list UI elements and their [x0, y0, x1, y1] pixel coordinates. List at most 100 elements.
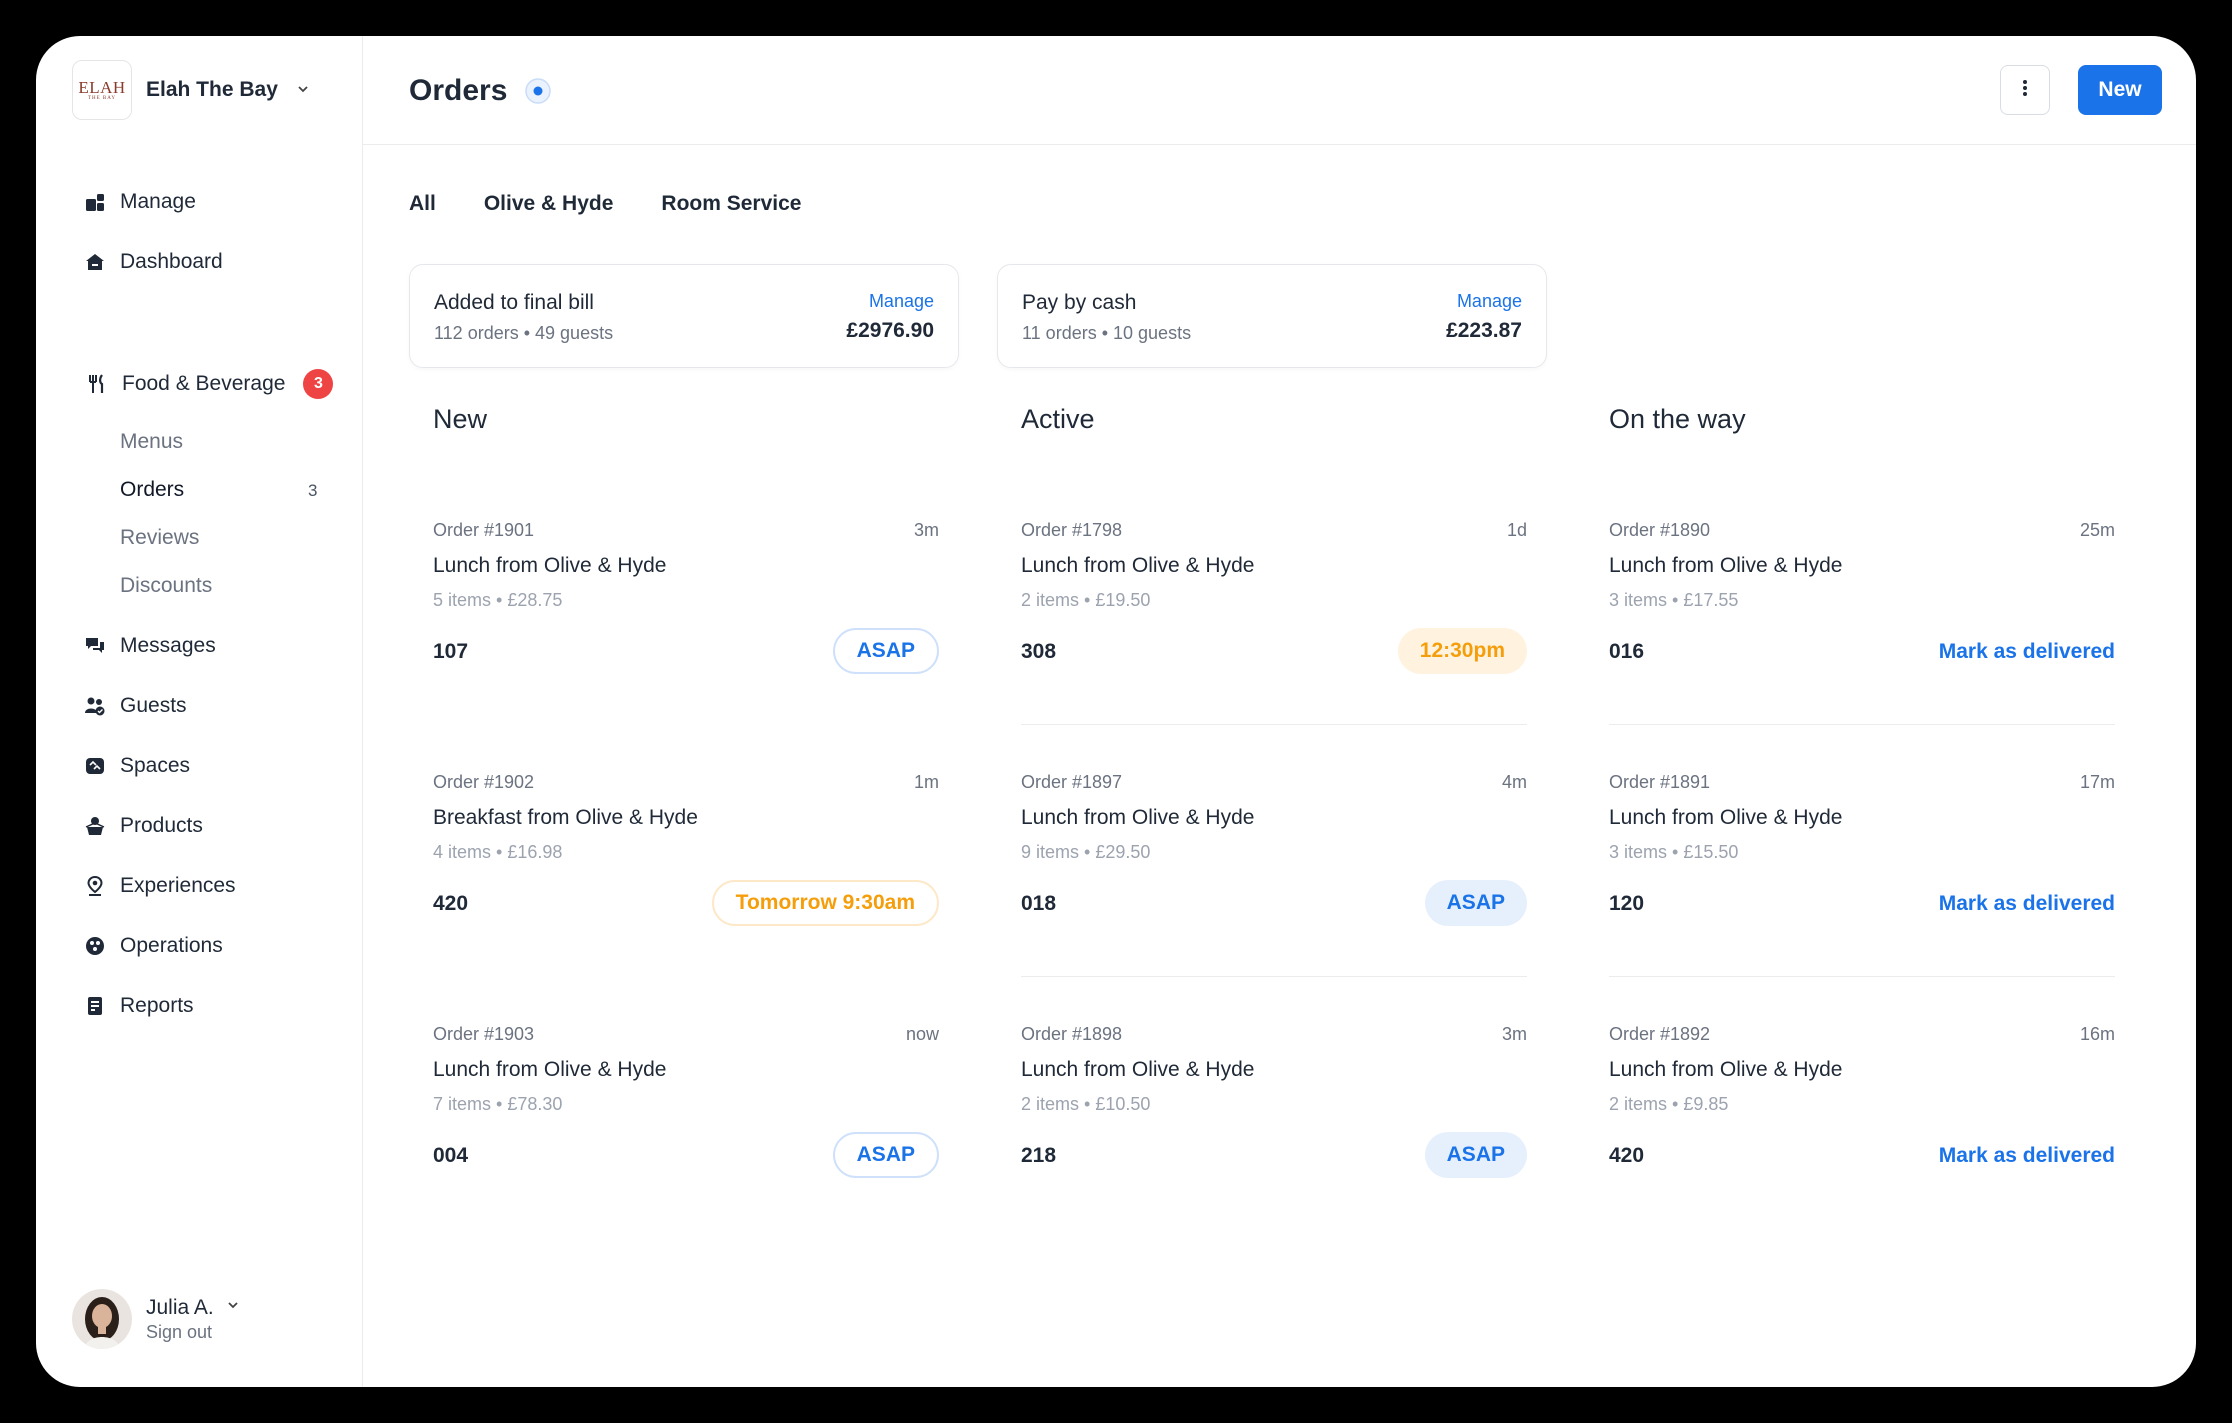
- sidebar-subitem-menus[interactable]: Menus: [120, 430, 183, 454]
- sidebar-item-label: Dashboard: [120, 250, 223, 273]
- order-card[interactable]: Order #1901 3m Lunch from Olive & Hyde 5 it…: [433, 472, 939, 724]
- order-card[interactable]: Order #1890 25m Lunch from Olive & Hyde 3 i…: [1609, 472, 2115, 725]
- operations-icon: [84, 935, 106, 957]
- order-card[interactable]: Order #1902 1m Breakfast from Olive & Hyde…: [433, 724, 939, 976]
- order-card[interactable]: Order #1897 4m Lunch from Olive & Hyde 9 it…: [1021, 724, 1527, 977]
- order-title: Lunch from Olive & Hyde: [1609, 1058, 1843, 1081]
- app-screen: ELAH THE BAY Elah The Bay Manage Dashboa…: [36, 36, 2196, 1387]
- top-bar: Orders New: [363, 36, 2196, 145]
- tab-all[interactable]: All: [409, 192, 436, 216]
- spaces-icon: [84, 755, 106, 777]
- order-summary: 2 items • £10.50: [1021, 1094, 1151, 1114]
- avatar: [72, 1289, 132, 1349]
- products-icon: [84, 815, 106, 837]
- order-age: 25m: [2079, 520, 2115, 540]
- sidebar-subitem-orders[interactable]: Orders: [120, 478, 184, 502]
- more-options-button[interactable]: [2000, 65, 2050, 115]
- tab-room-service[interactable]: Room Service: [661, 192, 801, 216]
- stat-card-pay-by-cash: Pay by cash 11 orders • 10 guests Manage…: [997, 264, 1547, 368]
- room-number: 420: [1609, 1144, 1645, 1167]
- order-age: 1d: [1506, 520, 1527, 540]
- room-number: 218: [1021, 1144, 1057, 1167]
- user-name: Julia A.: [146, 1295, 214, 1319]
- order-age: 3m: [913, 520, 939, 540]
- order-summary: 4 items • £16.98: [433, 842, 563, 862]
- column-title: Active: [1021, 404, 1095, 434]
- reports-icon: [84, 995, 106, 1017]
- mark-delivered-button[interactable]: Mark as delivered: [1939, 1144, 2115, 1168]
- room-number: 107: [433, 640, 469, 663]
- sidebar-item-products[interactable]: Products: [84, 814, 203, 838]
- order-number: Order #1890: [1609, 520, 1711, 540]
- chevron-down-icon: [226, 1298, 240, 1317]
- sidebar-item-label: Manage: [120, 190, 196, 213]
- page-title: Orders: [409, 74, 553, 108]
- order-card[interactable]: Order #1892 16m Lunch from Olive & Hyde 2 i…: [1609, 976, 2115, 1228]
- order-number: Order #1898: [1021, 1024, 1123, 1044]
- order-card[interactable]: Order #1798 1d Lunch from Olive & Hyde 2 it…: [1021, 472, 1527, 725]
- sidebar-item-operations[interactable]: Operations: [84, 934, 223, 958]
- sign-out-link[interactable]: Sign out: [146, 1322, 240, 1343]
- brand-logo-text: ELAH: [78, 77, 126, 97]
- order-card[interactable]: Order #1898 3m Lunch from Olive & Hyde 2 it…: [1021, 976, 1527, 1228]
- home-icon: [84, 251, 106, 273]
- order-title: Lunch from Olive & Hyde: [433, 1058, 667, 1081]
- order-age: 16m: [2079, 1024, 2115, 1044]
- tab-olive-hyde[interactable]: Olive & Hyde: [484, 192, 614, 216]
- order-summary: 5 items • £28.75: [433, 590, 563, 610]
- manage-icon: [84, 191, 106, 213]
- orders-count: 3: [308, 481, 318, 500]
- room-number: 018: [1021, 892, 1057, 915]
- sidebar-subitem-reviews[interactable]: Reviews: [120, 526, 199, 550]
- order-age: now: [905, 1024, 939, 1044]
- new-order-button[interactable]: New: [2078, 65, 2162, 115]
- order-card[interactable]: Order #1891 17m Lunch from Olive & Hyde 3 i…: [1609, 724, 2115, 977]
- sidebar-item-guests[interactable]: Guests: [84, 694, 187, 718]
- order-number: Order #1903: [433, 1024, 535, 1044]
- manage-link[interactable]: Manage: [869, 291, 934, 312]
- location-pin-icon: [84, 875, 106, 897]
- order-title: Lunch from Olive & Hyde: [1609, 806, 1843, 829]
- page-title-text: Orders: [409, 74, 508, 107]
- sidebar-item-label: Reports: [120, 994, 194, 1017]
- column-title: New: [433, 404, 488, 434]
- sidebar-item-reports[interactable]: Reports: [84, 994, 194, 1018]
- delivery-time-badge: ASAP: [832, 1132, 939, 1178]
- order-summary: 7 items • £78.30: [433, 1094, 563, 1114]
- more-vertical-icon: [2022, 78, 2028, 103]
- filter-tabs: All Olive & Hyde Room Service: [409, 192, 801, 216]
- order-summary: 9 items • £29.50: [1021, 842, 1151, 862]
- sidebar-item-label: Guests: [120, 694, 187, 717]
- sidebar-item-label: Spaces: [120, 754, 191, 777]
- sidebar-item-food-beverage[interactable]: Food & Beverage 3: [86, 369, 334, 399]
- order-age: 4m: [1501, 772, 1527, 792]
- delivery-time-badge: ASAP: [1424, 880, 1527, 926]
- order-age: 1m: [913, 772, 939, 792]
- mark-delivered-button[interactable]: Mark as delivered: [1939, 640, 2115, 664]
- order-title: Breakfast from Olive & Hyde: [433, 806, 698, 829]
- property-switcher[interactable]: ELAH THE BAY Elah The Bay: [72, 60, 310, 120]
- sidebar-item-manage[interactable]: Manage: [84, 190, 196, 214]
- brand-logo-subtext: THE BAY: [87, 95, 117, 101]
- sidebar-item-spaces[interactable]: Spaces: [84, 754, 190, 778]
- order-number: Order #1891: [1609, 772, 1711, 792]
- sidebar-item-messages[interactable]: Messages: [84, 634, 216, 658]
- room-number: 420: [433, 892, 469, 915]
- main-content: Orders New All Olive & Hyde Room Service: [363, 36, 2196, 1387]
- chevron-down-icon: [296, 82, 310, 99]
- manage-link[interactable]: Manage: [1457, 291, 1522, 312]
- sidebar-item-experiences[interactable]: Experiences: [84, 874, 236, 898]
- mark-delivered-button[interactable]: Mark as delivered: [1939, 892, 2115, 916]
- device-frame: ELAH THE BAY Elah The Bay Manage Dashboa…: [0, 0, 2232, 1423]
- brand-logo: ELAH THE BAY: [72, 60, 132, 120]
- property-name: Elah The Bay: [146, 78, 278, 101]
- user-menu[interactable]: Julia A. Sign out: [72, 1289, 240, 1349]
- sidebar-item-dashboard[interactable]: Dashboard: [84, 250, 223, 274]
- order-card[interactable]: Order #1903 now Lunch from Olive & Hyde 7 i…: [433, 976, 939, 1228]
- stat-title: Added to final bill: [434, 291, 594, 314]
- room-number: 004: [433, 1144, 469, 1167]
- sidebar-subitem-discounts[interactable]: Discounts: [120, 574, 212, 598]
- order-summary: 3 items • £17.55: [1609, 590, 1739, 610]
- order-title: Lunch from Olive & Hyde: [1021, 554, 1255, 577]
- sidebar-item-label: Experiences: [120, 874, 236, 897]
